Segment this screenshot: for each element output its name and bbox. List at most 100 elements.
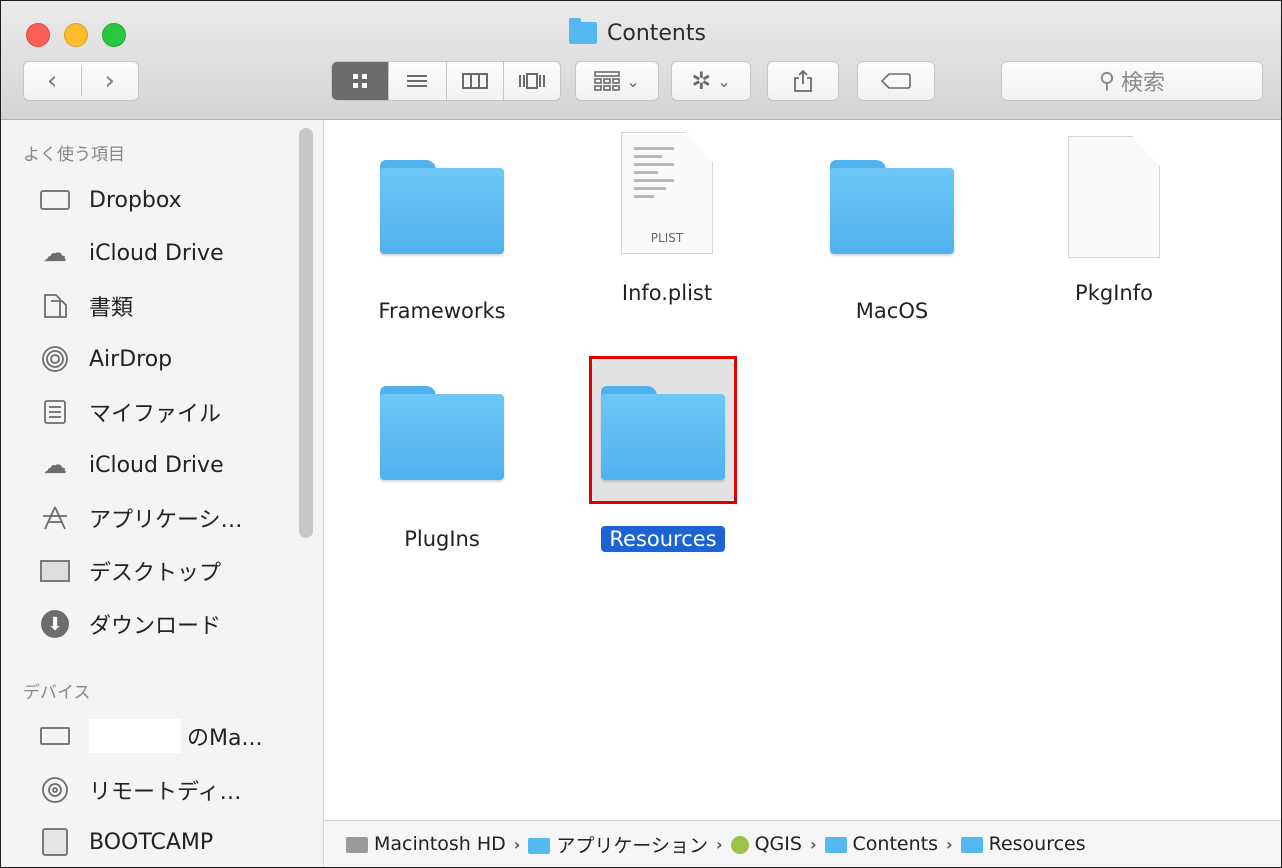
sidebar-item-documents[interactable]: 書類 <box>39 286 133 326</box>
window-title: Contents <box>569 17 706 49</box>
sidebar-item-bootcamp[interactable]: BOOTCAMP <box>39 822 213 862</box>
path-label: アプリケーション <box>556 834 708 857</box>
sidebar-item-airdrop[interactable]: AirDrop <box>39 339 172 379</box>
cloud-icon: ☁ <box>43 451 67 479</box>
search-icon: ⚲ <box>1098 68 1116 94</box>
sidebar-item-remote-disc[interactable]: リモートディ… <box>39 770 241 810</box>
cover-flow-icon <box>518 73 545 89</box>
sidebar-item-desktop[interactable]: デスクトップ <box>39 551 221 591</box>
sidebar-item-all-my-files[interactable]: マイファイル <box>39 392 221 432</box>
file-item-macos[interactable]: MacOS <box>802 160 982 324</box>
file-name: Resources <box>601 526 725 552</box>
icon-view-icon <box>353 74 368 88</box>
path-item-qgis[interactable]: QGIS <box>730 833 802 855</box>
path-label: Resources <box>988 833 1086 855</box>
qgis-icon <box>730 835 749 854</box>
action-button[interactable]: ✲ ⌄ <box>671 61 751 101</box>
sidebar-item-label: BOOTCAMP <box>89 829 214 855</box>
sidebar-item-label: Dropbox <box>89 187 182 213</box>
list-view-icon <box>407 75 428 87</box>
sidebar-item-dropbox[interactable]: Dropbox <box>39 180 182 220</box>
folder-icon <box>380 160 504 254</box>
sidebar-item-label: AirDrop <box>89 346 173 372</box>
path-label: Contents <box>852 833 938 855</box>
forward-button[interactable]: › <box>82 66 139 96</box>
share-button[interactable] <box>767 61 839 101</box>
redacted-name <box>89 719 181 753</box>
cover-flow-button[interactable] <box>504 62 560 100</box>
sidebar-item-icloud-drive-2[interactable]: ☁ iCloud Drive <box>39 445 224 485</box>
devices-header: デバイス <box>23 683 91 703</box>
minimize-window-button[interactable] <box>64 23 88 47</box>
download-icon: ⬇ <box>39 610 71 638</box>
sidebar-item-label: 書類 <box>89 296 134 321</box>
tag-button[interactable] <box>857 61 935 101</box>
sidebar-scrollbar[interactable] <box>299 128 313 538</box>
file-name: PkgInfo <box>1075 281 1153 305</box>
disk-icon <box>346 836 368 853</box>
back-button[interactable]: ‹ <box>24 66 82 96</box>
sidebar: よく使う項目 Dropbox ☁ iCloud Drive 書類 AirDrop… <box>1 120 324 867</box>
window-title-text: Contents <box>607 20 706 46</box>
gear-icon: ✲ <box>691 67 712 95</box>
path-bar: Macintosh HD › アプリケーション › QGIS › Content… <box>324 820 1281 867</box>
sidebar-item-applications[interactable]: アプリケーシ… <box>39 498 243 538</box>
airdrop-icon <box>39 346 71 372</box>
chevron-down-icon: ⌄ <box>626 71 640 91</box>
folder-icon <box>830 160 954 254</box>
all-files-icon <box>39 399 71 425</box>
path-item-contents[interactable]: Contents <box>824 833 938 855</box>
file-item-resources[interactable]: Resources <box>573 386 753 552</box>
documents-icon <box>39 293 71 319</box>
arrange-icon <box>594 71 621 91</box>
document-icon <box>1068 136 1160 258</box>
path-label: Macintosh HD <box>374 833 506 855</box>
folder-icon <box>960 836 983 853</box>
file-item-frameworks[interactable]: Frameworks <box>352 160 532 324</box>
sidebar-item-downloads[interactable]: ⬇ ダウンロード <box>39 604 221 644</box>
folder-icon <box>824 836 847 853</box>
favorites-header: よく使う項目 <box>23 145 125 165</box>
sidebar-item-macbook[interactable]: のMa... <box>39 716 262 756</box>
column-view-button[interactable] <box>447 62 504 100</box>
search-field[interactable]: ⚲ 検索 <box>1001 61 1263 101</box>
icon-view-button[interactable] <box>332 62 390 100</box>
view-mode-group <box>331 61 561 101</box>
cloud-icon: ☁ <box>43 239 67 267</box>
path-item-resources[interactable]: Resources <box>960 833 1086 855</box>
desktop-icon <box>39 558 71 584</box>
zoom-window-button[interactable] <box>102 23 126 47</box>
navigation-buttons: ‹ › <box>23 61 139 101</box>
applications-icon <box>39 505 71 531</box>
list-view-button[interactable] <box>389 62 447 100</box>
chevron-right-icon: › <box>809 834 817 854</box>
file-item-pkginfo[interactable]: PkgInfo <box>1024 136 1204 306</box>
sidebar-item-label: アプリケーシ… <box>89 508 243 533</box>
sidebar-item-label: デスクトップ <box>89 561 222 586</box>
remote-disc-icon <box>39 777 71 803</box>
chevron-right-icon: › <box>716 834 723 854</box>
arrange-button[interactable]: ⌄ <box>575 61 659 101</box>
sidebar-item-label: マイファイル <box>89 402 222 427</box>
sidebar-item-label: iCloud Drive <box>89 452 224 478</box>
path-label: QGIS <box>754 833 802 855</box>
path-item-applications[interactable]: アプリケーション <box>528 831 708 858</box>
folder-icon <box>380 386 504 480</box>
sidebar-item-label: ダウンロード <box>89 614 222 639</box>
file-name: MacOS <box>855 299 929 323</box>
finder-window: Contents ‹ › ⌄ ✲ ⌄ ⚲ 検索 よく使う項目 Dropbox ☁… <box>0 0 1282 868</box>
plist-file-icon: PLIST <box>621 132 713 254</box>
laptop-icon <box>39 723 71 749</box>
disk-icon <box>39 828 71 856</box>
file-item-info-plist[interactable]: PLIST Info.plist <box>577 132 757 306</box>
folder-icon <box>569 18 597 44</box>
search-placeholder: 検索 <box>1121 71 1166 96</box>
close-window-button[interactable] <box>26 23 50 47</box>
sidebar-item-icloud-drive[interactable]: ☁ iCloud Drive <box>39 233 224 273</box>
file-name: PlugIns <box>404 527 480 551</box>
share-icon <box>794 69 812 92</box>
file-item-plugins[interactable]: PlugIns <box>352 386 532 552</box>
sidebar-item-label: iCloud Drive <box>89 240 224 266</box>
file-name: Info.plist <box>621 281 713 305</box>
path-item-macintosh-hd[interactable]: Macintosh HD <box>346 833 506 855</box>
